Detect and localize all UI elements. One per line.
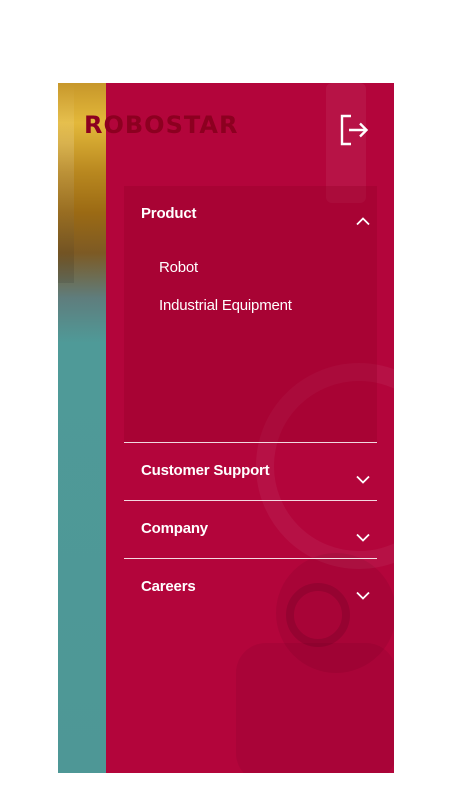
background-photo — [58, 83, 106, 773]
mobile-menu-frame: ROBOSTAR Product Robot Industrial Equipm… — [58, 83, 394, 773]
menu-item-label: Customer Support — [141, 462, 270, 479]
chevron-down-icon — [355, 588, 371, 600]
submenu-item-robot[interactable]: Robot — [159, 259, 292, 276]
logout-icon[interactable] — [338, 113, 370, 147]
chevron-down-icon — [355, 530, 371, 542]
menu-item-label: Careers — [141, 578, 196, 595]
brand-logo[interactable]: ROBOSTAR — [84, 113, 238, 137]
menu-header-careers[interactable]: Careers — [124, 559, 377, 616]
robot-silhouette-decoration — [236, 643, 394, 773]
menu-header-product[interactable]: Product — [124, 186, 377, 243]
main-navigation-menu: Product Robot Industrial Equipment Custo… — [124, 186, 377, 616]
menu-header-company[interactable]: Company — [124, 501, 377, 558]
submenu-item-industrial-equipment[interactable]: Industrial Equipment — [159, 297, 292, 314]
chevron-down-icon — [355, 472, 371, 484]
menu-header-customer-support[interactable]: Customer Support — [124, 443, 377, 500]
menu-item-careers: Careers — [124, 559, 377, 616]
chevron-up-icon — [355, 213, 371, 226]
menu-item-label: Company — [141, 520, 208, 537]
menu-item-product: Product Robot Industrial Equipment — [124, 186, 377, 443]
menu-item-company: Company — [124, 501, 377, 559]
product-submenu: Robot Industrial Equipment — [159, 259, 292, 335]
menu-item-label: Product — [141, 205, 197, 222]
menu-item-customer-support: Customer Support — [124, 443, 377, 501]
